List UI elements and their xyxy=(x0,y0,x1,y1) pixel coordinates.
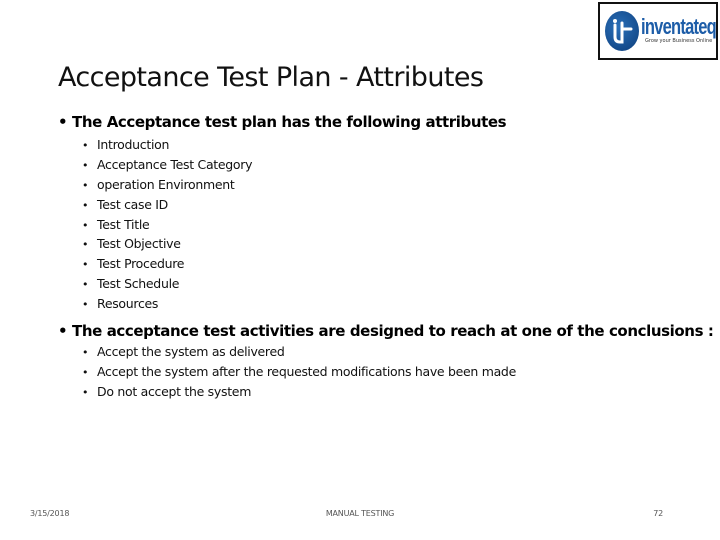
list-item-text: Test Objective xyxy=(97,236,181,252)
list-item: • Test Title xyxy=(82,217,698,237)
list-item: • Test Schedule xyxy=(82,276,698,296)
list-item-text: operation Environment xyxy=(97,176,235,192)
list-item: • Introduction xyxy=(82,137,698,157)
list-item-text: Accept the system after the requested mo… xyxy=(97,363,516,379)
section-heading-text: The acceptance test activities are desig… xyxy=(72,322,714,341)
section-heading: • The acceptance test activities are des… xyxy=(58,322,714,341)
section-conclusions: • The acceptance test activities are des… xyxy=(58,322,714,404)
bullet-icon: • xyxy=(82,218,89,232)
section-heading: • The Acceptance test plan has the follo… xyxy=(58,113,698,131)
list-item-text: Introduction xyxy=(97,137,170,152)
bullet-icon: • xyxy=(82,278,89,292)
logo-tagline: Grow your Business Online xyxy=(645,38,713,44)
slide-body: • The Acceptance test plan has the follo… xyxy=(58,113,714,404)
slide-title: Acceptance Test Plan - Attributes xyxy=(58,62,484,93)
list-item-text: Test Procedure xyxy=(97,256,185,272)
list-item: • Test case ID xyxy=(82,197,698,217)
list-item-text: Test Schedule xyxy=(97,276,180,292)
attribute-list: • Introduction • Acceptance Test Category … xyxy=(82,137,698,316)
list-item-text: Resources xyxy=(97,296,159,312)
bullet-icon: • xyxy=(82,298,89,312)
bullet-icon: • xyxy=(82,198,89,212)
list-item: • Accept the system after the requested m… xyxy=(82,364,698,384)
section-attributes: • The Acceptance test plan has the follo… xyxy=(58,113,698,316)
bullet-icon: • xyxy=(82,238,89,252)
bullet-icon: • xyxy=(82,346,89,360)
section-heading-text: The Acceptance test plan has the followi… xyxy=(72,113,507,131)
conclusion-list: • Accept the system as delivered • Accept … xyxy=(82,344,698,404)
company-logo: inventateq Grow your Business Online xyxy=(598,2,718,60)
list-item: • Acceptance Test Category xyxy=(82,157,698,177)
list-item: • Test Objective xyxy=(82,236,698,256)
bullet-icon: • xyxy=(82,158,89,172)
bullet-icon: • xyxy=(82,365,89,379)
list-item-text: Test case ID xyxy=(97,196,169,212)
list-item-text: Acceptance Test Category xyxy=(97,156,253,172)
list-item-text: Do not accept the system xyxy=(97,383,252,399)
bullet-icon: • xyxy=(82,178,89,192)
bullet-icon: • xyxy=(82,139,89,152)
logo-name: inventateq xyxy=(641,14,717,39)
list-item: • Resources xyxy=(82,296,698,316)
list-item: • Do not accept the system xyxy=(82,384,698,404)
list-item: • Accept the system as delivered xyxy=(82,344,698,364)
bullet-icon: • xyxy=(58,322,68,341)
list-item: • operation Environment xyxy=(82,177,698,197)
bullet-icon: • xyxy=(82,258,89,272)
list-item: • Test Procedure xyxy=(82,256,698,276)
footer-title: MANUAL TESTING xyxy=(325,509,395,518)
list-item-text: Test Title xyxy=(97,216,150,232)
bullet-icon: • xyxy=(58,113,68,131)
logo-mark-icon xyxy=(605,11,639,51)
bullet-icon: • xyxy=(82,385,89,399)
footer-page-number: 72 xyxy=(653,509,663,518)
list-item-text: Accept the system as delivered xyxy=(97,344,285,360)
